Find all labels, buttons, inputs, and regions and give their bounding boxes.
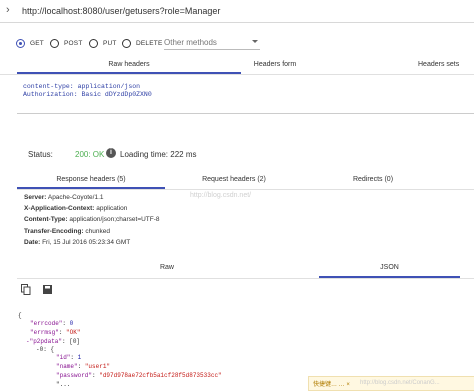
expand-chevron-icon[interactable]: ›: [6, 4, 10, 16]
tab-raw[interactable]: Raw: [17, 264, 317, 271]
dropdown-arrow-icon: [252, 40, 258, 43]
json-key: "id": [56, 354, 71, 361]
info-icon[interactable]: i: [106, 148, 116, 158]
method-delete-label: DELETE: [136, 40, 163, 47]
tab-response-headers[interactable]: Response headers (5): [17, 176, 165, 183]
tab-headers-form[interactable]: Headers form: [245, 61, 305, 68]
url-input[interactable]: [22, 3, 462, 18]
loading-time: Loading time: 222 ms: [120, 150, 197, 159]
json-key: -"p2pdata": [26, 338, 63, 345]
method-put-label: PUT: [103, 40, 117, 47]
header-name: Content-Type:: [24, 216, 68, 223]
json-key: "errmsg": [30, 329, 59, 336]
method-get-label: GET: [30, 40, 44, 47]
json-value: [0]: [69, 338, 81, 345]
tab-redirects[interactable]: Redirects (0): [303, 176, 443, 183]
header-name: Server:: [24, 194, 47, 201]
watermark-bottom: http://blog.csdn.net/ConanG...: [360, 380, 440, 386]
header-name: Date:: [24, 239, 41, 246]
other-methods-label: Other methods: [164, 38, 217, 47]
save-icon[interactable]: [43, 285, 52, 294]
json-value: 0: [69, 320, 74, 327]
json-value: "d97d978ae72cfb5a1cf28f5d873533cc": [99, 372, 222, 379]
active-body-tab-indicator: [319, 276, 460, 278]
json-open-brace: {: [18, 312, 22, 319]
watermark: http://blog.csdn.net/: [190, 192, 252, 199]
json-line: "name": "user1": [56, 363, 111, 370]
json-value: "user1": [84, 363, 111, 370]
method-post-label: POST: [64, 40, 83, 47]
response-header-row: Date: Fri, 15 Jul 2016 05:23:34 GMT: [24, 239, 130, 246]
json-line: "errmsg": "OK": [30, 329, 81, 336]
raw-header-line-1: content-type: application/json: [23, 83, 141, 90]
response-header-row: Server: Apache-Coyote/1.1: [24, 194, 104, 201]
copy-icon[interactable]: [21, 284, 31, 295]
response-header-row: Content-Type: application/json;charset=U…: [24, 216, 160, 223]
header-value: chunked: [85, 228, 110, 235]
radio-delete[interactable]: [122, 39, 131, 48]
header-value: Apache-Coyote/1.1: [47, 194, 104, 201]
tab-request-headers[interactable]: Request headers (2): [169, 176, 299, 183]
url-bar: ›: [0, 0, 474, 23]
tab-json[interactable]: JSON: [319, 264, 460, 271]
status-label: Status:: [28, 150, 53, 159]
radio-post[interactable]: [50, 39, 59, 48]
status-value: 200: OK: [75, 150, 105, 159]
json-line[interactable]: -"p2pdata": [0]: [26, 338, 80, 345]
json-array-item[interactable]: -0: {: [36, 346, 54, 353]
response-header-row: Transfer-Encoding: chunked: [24, 228, 110, 235]
toast-text: 快捷键… … ×: [313, 382, 350, 388]
other-methods-select[interactable]: Other methods: [164, 38, 260, 50]
json-line-truncated: "...: [56, 381, 71, 388]
raw-headers-editor[interactable]: content-type: application/json Authoriza…: [17, 79, 474, 114]
active-tab-indicator: [17, 72, 241, 74]
active-response-tab-indicator: [17, 187, 165, 189]
json-line: "id": 1: [56, 354, 82, 361]
response-header-row: X-Application-Context: application: [24, 205, 127, 212]
json-key: "password": [56, 372, 93, 379]
header-value: Fri, 15 Jul 2016 05:23:34 GMT: [42, 239, 131, 246]
json-line: "password": "d97d978ae72cfb5a1cf28f5d873…: [56, 372, 222, 379]
tab-raw-headers[interactable]: Raw headers: [17, 61, 241, 68]
header-name: X-Application-Context:: [24, 205, 95, 212]
json-line: "errcode": 0: [30, 320, 74, 327]
header-name: Transfer-Encoding:: [24, 228, 84, 235]
header-value: application/json;charset=UTF-8: [69, 216, 160, 223]
json-key: "errcode": [30, 320, 63, 327]
raw-header-line-2: Authorization: Basic dDYzdDp0ZXN0: [23, 91, 152, 98]
json-key: "name": [56, 363, 78, 370]
radio-get[interactable]: [16, 39, 25, 48]
header-value: application: [96, 205, 128, 212]
json-value: 1: [77, 354, 82, 361]
json-value: "OK": [66, 329, 81, 336]
radio-put[interactable]: [89, 39, 98, 48]
tab-headers-sets[interactable]: Headers sets: [418, 61, 474, 68]
